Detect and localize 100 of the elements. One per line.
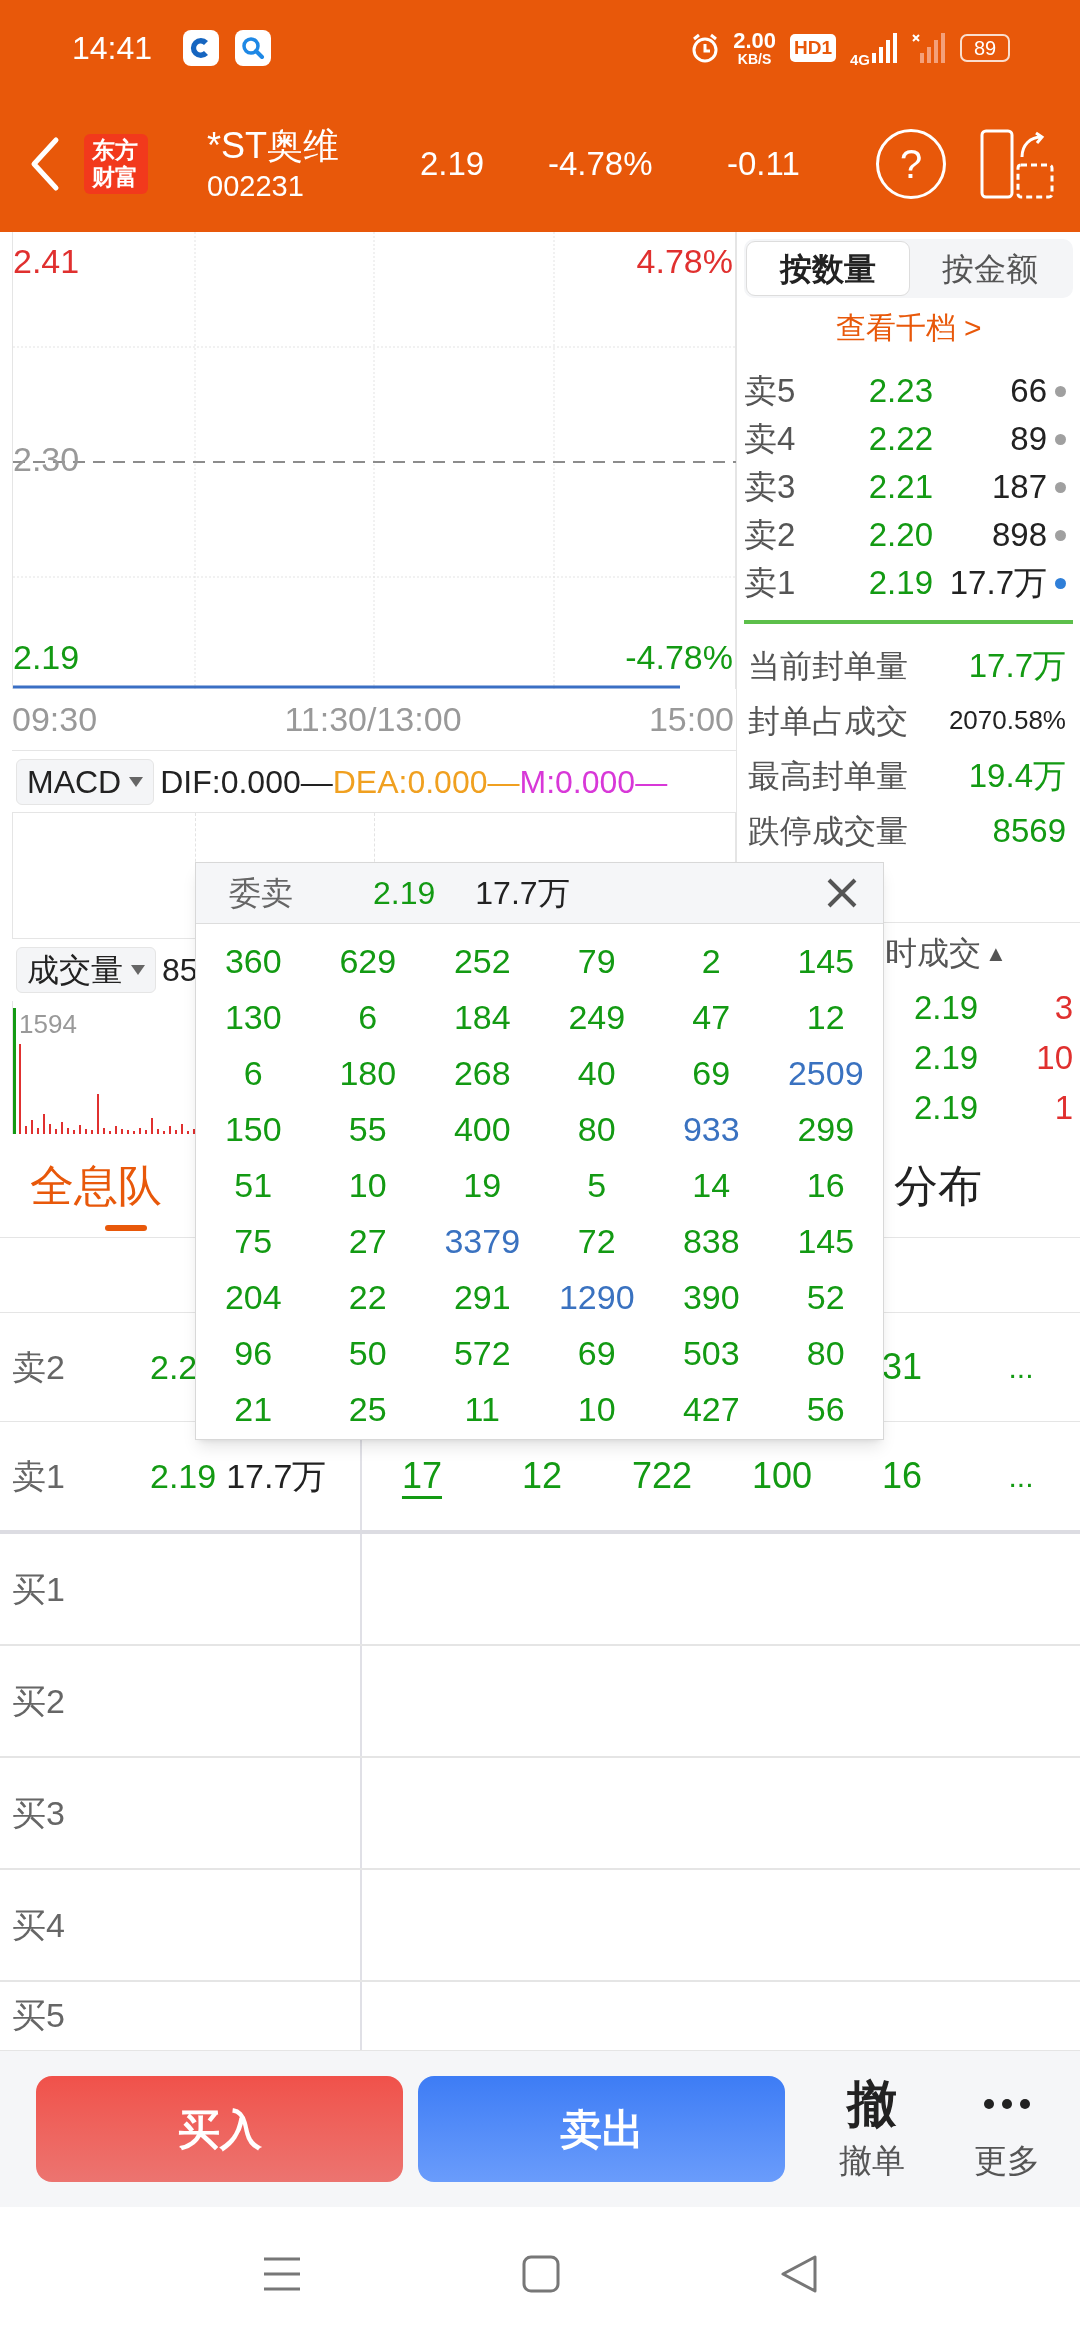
order-quantity: 50	[347, 1332, 388, 1374]
buy-button[interactable]: 买入	[36, 2076, 403, 2182]
order-quantity: 2	[700, 940, 722, 982]
order-quantity: 572	[452, 1332, 512, 1374]
order-quantity: 75	[233, 1220, 274, 1262]
more-orders[interactable]: ...	[1008, 1344, 1034, 1390]
order-quantity: 291	[452, 1276, 512, 1318]
speed-unit: KB/S	[737, 51, 772, 66]
ask-price: 2.20	[867, 515, 933, 556]
m-value: M:0.000—	[519, 762, 668, 802]
app-logo: 东方财富	[84, 133, 148, 194]
level-label: 买5	[12, 1995, 66, 2036]
order-quantity: 25	[347, 1388, 388, 1430]
level-label: 买1	[12, 1568, 66, 1610]
order-quantity: 503	[681, 1332, 741, 1374]
home-icon[interactable]	[522, 2254, 560, 2293]
order-quantity: 14	[691, 1164, 732, 1206]
queue-tab[interactable]: 全息队	[30, 1135, 162, 1237]
caret-icon	[131, 965, 145, 975]
menu-icon[interactable]	[262, 2255, 302, 2292]
sell-button[interactable]: 卖出	[418, 2076, 785, 2182]
order-quantity: 400	[452, 1108, 512, 1150]
order-quantity: 838	[681, 1220, 741, 1262]
stat-value: 17.7万	[968, 645, 1066, 686]
signal-icon	[872, 32, 898, 63]
trade-price: 2.19	[914, 1038, 979, 1079]
volume-value: 85	[162, 951, 198, 990]
order-quantity: 12	[805, 996, 846, 1038]
order-quantity[interactable]: 100	[751, 1455, 813, 1496]
indicator-dropdown[interactable]: 成交量	[16, 947, 156, 993]
order-quantity: 27	[347, 1220, 388, 1262]
stat-label: 当前封单量	[748, 646, 908, 686]
order-quantity: 80	[805, 1332, 846, 1374]
price-change: -0.11	[727, 143, 800, 184]
time-label: 09:30	[12, 699, 98, 740]
ask-label: 卖3	[744, 467, 797, 508]
level-amount: 17.7万	[226, 1455, 327, 1497]
book-tab[interactable]: 按金额	[909, 241, 1071, 296]
dif-value: DIF:0.000—	[160, 762, 333, 802]
order-quantity: 52	[805, 1276, 846, 1318]
stock-code: 002231	[207, 168, 305, 204]
level-label: 买4	[12, 1904, 66, 1946]
hd-badge: HD1	[789, 33, 836, 62]
order-quantity[interactable]: 12	[521, 1455, 562, 1496]
popup-title: 委卖	[229, 874, 293, 913]
more-orders[interactable]: ...	[1008, 1453, 1034, 1499]
order-quantity: 268	[452, 1052, 512, 1094]
percent-label: -4.78%	[625, 637, 733, 678]
stat-value: 2070.58%	[948, 704, 1066, 737]
ask-price: 2.21	[867, 467, 933, 508]
action-button[interactable]: 撤 撤单	[839, 2072, 906, 2186]
order-quantity: 360	[223, 940, 283, 982]
order-quantity: 180	[338, 1052, 398, 1094]
action-button[interactable]: 更多	[973, 2072, 1040, 2186]
order-quantity[interactable]: 722	[631, 1455, 693, 1496]
order-quantity: 130	[223, 996, 283, 1038]
order-quantity[interactable]: 31	[881, 1346, 922, 1387]
help-button[interactable]: ?	[876, 128, 946, 199]
order-quantity: 150	[223, 1108, 283, 1150]
order-quantity: 96	[233, 1332, 274, 1374]
order-quantity: 56	[805, 1388, 846, 1430]
rotate-screen-icon[interactable]	[980, 128, 1054, 199]
order-quantity[interactable]: 16	[881, 1455, 922, 1496]
order-quantity: 16	[805, 1164, 846, 1206]
ask-price: 2.22	[867, 419, 933, 460]
order-quantity: 40	[576, 1052, 617, 1094]
clock-time: 14:41	[72, 28, 153, 68]
order-quantity: 79	[576, 940, 617, 982]
stat-value: 19.4万	[968, 755, 1066, 796]
order-quantity: 6	[242, 1052, 264, 1094]
ask-label: 卖5	[744, 371, 797, 412]
queue-tab[interactable]: 分布	[894, 1135, 982, 1237]
order-quantity[interactable]: 17	[401, 1455, 442, 1496]
stat-label: 封单占成交	[748, 701, 908, 741]
order-quantity: 1290	[557, 1276, 636, 1318]
order-quantity: 390	[681, 1276, 741, 1318]
caret-icon	[129, 776, 144, 787]
view-depth-link[interactable]: 查看千档 >	[835, 304, 982, 350]
sort-icon[interactable]: ▲	[985, 936, 1007, 970]
trade-volume: 3	[1054, 988, 1073, 1029]
back-nav-icon[interactable]	[780, 2253, 818, 2294]
order-quantity: 145	[796, 1220, 856, 1262]
network-speed: 2.00	[733, 29, 776, 52]
order-quantity: 22	[347, 1276, 388, 1318]
close-icon[interactable]	[826, 877, 858, 909]
battery-level: 89	[960, 33, 1010, 62]
order-quantity: 69	[691, 1052, 732, 1094]
more-icon	[983, 2099, 1030, 2110]
stock-name: *ST奥维	[207, 123, 340, 168]
order-quantity: 933	[681, 1108, 741, 1150]
order-quantity: 55	[347, 1108, 388, 1150]
ask-volume: 89	[1009, 419, 1047, 460]
dea-value: DEA:0.000—	[332, 762, 520, 802]
level-label: 卖2	[12, 1346, 66, 1388]
volume-max-label: 1594	[19, 1008, 77, 1041]
indicator-dropdown[interactable]: MACD	[16, 758, 155, 805]
level-label: 卖1	[12, 1455, 66, 1497]
book-tab[interactable]: 按数量	[746, 241, 910, 296]
price-label: 2.41	[13, 241, 80, 282]
ask-volume: 66	[1009, 371, 1047, 412]
